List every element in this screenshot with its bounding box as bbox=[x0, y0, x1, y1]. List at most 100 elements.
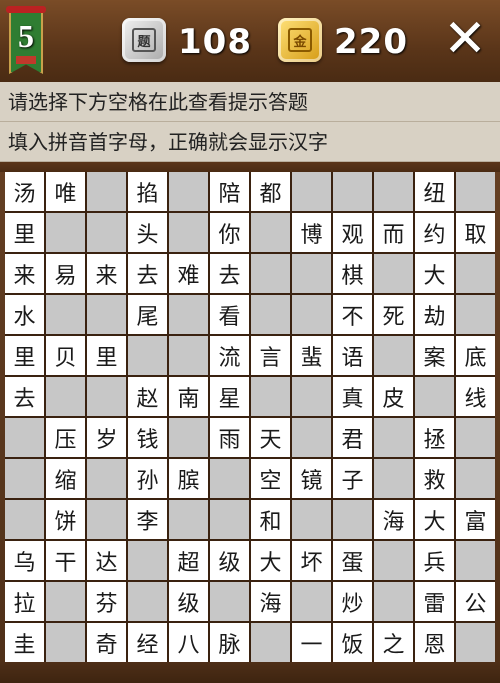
grid-cell[interactable]: 八 bbox=[169, 623, 208, 662]
grid-cell[interactable]: 里 bbox=[5, 213, 44, 252]
grid-cell[interactable]: 级 bbox=[169, 582, 208, 621]
grid-cell[interactable]: 炒 bbox=[333, 582, 372, 621]
grid-cell[interactable]: 真 bbox=[333, 377, 372, 416]
grid-cell[interactable]: 天 bbox=[251, 418, 290, 457]
grid-cell-empty bbox=[333, 172, 372, 211]
grid-cell[interactable]: 皮 bbox=[374, 377, 413, 416]
grid-cell[interactable]: 膑 bbox=[169, 459, 208, 498]
grid-cell[interactable]: 孙 bbox=[128, 459, 167, 498]
grid-cell[interactable]: 头 bbox=[128, 213, 167, 252]
grid-cell[interactable]: 流 bbox=[210, 336, 249, 375]
grid-cell[interactable]: 奇 bbox=[87, 623, 126, 662]
grid-cell[interactable]: 脉 bbox=[210, 623, 249, 662]
grid-cell[interactable]: 圭 bbox=[5, 623, 44, 662]
grid-cell[interactable]: 来 bbox=[87, 254, 126, 293]
grid-cell[interactable]: 干 bbox=[46, 541, 85, 580]
grid-cell[interactable]: 大 bbox=[415, 500, 454, 539]
grid-cell[interactable]: 大 bbox=[415, 254, 454, 293]
grid-cell[interactable]: 棋 bbox=[333, 254, 372, 293]
grid-cell[interactable]: 压 bbox=[46, 418, 85, 457]
grid-cell[interactable]: 南 bbox=[169, 377, 208, 416]
grid-cell[interactable]: 一 bbox=[292, 623, 331, 662]
grid-cell[interactable]: 去 bbox=[128, 254, 167, 293]
grid-cell[interactable]: 蛋 bbox=[333, 541, 372, 580]
grid-cell[interactable]: 坏 bbox=[292, 541, 331, 580]
grid-cell[interactable]: 约 bbox=[415, 213, 454, 252]
grid-cell[interactable]: 缩 bbox=[46, 459, 85, 498]
gold-coin-icon[interactable]: 金 bbox=[278, 18, 322, 62]
grid-cell[interactable]: 里 bbox=[5, 336, 44, 375]
grid-cell[interactable]: 取 bbox=[456, 213, 495, 252]
grid-cell[interactable]: 富 bbox=[456, 500, 495, 539]
close-button[interactable]: ✕ bbox=[440, 13, 490, 65]
grid-cell[interactable]: 底 bbox=[456, 336, 495, 375]
grid-cell[interactable]: 大 bbox=[251, 541, 290, 580]
grid-cell[interactable]: 兵 bbox=[415, 541, 454, 580]
grid-cell[interactable]: 空 bbox=[251, 459, 290, 498]
grid-cell[interactable]: 案 bbox=[415, 336, 454, 375]
grid-cell[interactable]: 不 bbox=[333, 295, 372, 334]
grid-cell[interactable]: 乌 bbox=[5, 541, 44, 580]
grid-cell[interactable]: 救 bbox=[415, 459, 454, 498]
grid-cell[interactable]: 汤 bbox=[5, 172, 44, 211]
grid-cell[interactable]: 去 bbox=[210, 254, 249, 293]
grid-cell[interactable]: 观 bbox=[333, 213, 372, 252]
grid-cell[interactable]: 水 bbox=[5, 295, 44, 334]
grid-cell[interactable]: 镜 bbox=[292, 459, 331, 498]
grid-cell[interactable]: 言 bbox=[251, 336, 290, 375]
grid-cell[interactable]: 蜚 bbox=[292, 336, 331, 375]
grid-cell[interactable]: 拉 bbox=[5, 582, 44, 621]
grid-cell[interactable]: 劫 bbox=[415, 295, 454, 334]
grid-cell[interactable]: 贝 bbox=[46, 336, 85, 375]
grid-cell[interactable]: 雷 bbox=[415, 582, 454, 621]
grid-cell[interactable]: 饭 bbox=[333, 623, 372, 662]
grid-cell[interactable]: 里 bbox=[87, 336, 126, 375]
grid-cell[interactable]: 而 bbox=[374, 213, 413, 252]
grid-cell[interactable]: 你 bbox=[210, 213, 249, 252]
grid-cell[interactable]: 去 bbox=[5, 377, 44, 416]
grid-cell[interactable]: 拯 bbox=[415, 418, 454, 457]
hint-token-icon[interactable]: 题 bbox=[122, 18, 166, 62]
grid-cell[interactable]: 之 bbox=[374, 623, 413, 662]
grid-cell[interactable]: 易 bbox=[46, 254, 85, 293]
grid-cell[interactable]: 李 bbox=[128, 500, 167, 539]
grid-cell-empty bbox=[456, 418, 495, 457]
grid-cell[interactable]: 子 bbox=[333, 459, 372, 498]
grid-cell[interactable]: 雨 bbox=[210, 418, 249, 457]
grid-cell[interactable]: 来 bbox=[5, 254, 44, 293]
grid-cell[interactable]: 看 bbox=[210, 295, 249, 334]
grid-cell[interactable]: 钱 bbox=[128, 418, 167, 457]
grid-cell[interactable]: 级 bbox=[210, 541, 249, 580]
grid-cell-empty bbox=[5, 500, 44, 539]
grid-cell[interactable]: 恩 bbox=[415, 623, 454, 662]
grid-cell-empty bbox=[169, 295, 208, 334]
grid-cell[interactable]: 岁 bbox=[87, 418, 126, 457]
grid-cell[interactable]: 死 bbox=[374, 295, 413, 334]
grid-cell[interactable]: 芬 bbox=[87, 582, 126, 621]
grid-cell[interactable]: 和 bbox=[251, 500, 290, 539]
grid-cell[interactable]: 陪 bbox=[210, 172, 249, 211]
grid-cell[interactable]: 海 bbox=[374, 500, 413, 539]
grid-cell[interactable]: 唯 bbox=[46, 172, 85, 211]
grid-cell[interactable]: 经 bbox=[128, 623, 167, 662]
grid-cell-empty bbox=[87, 377, 126, 416]
grid-cell[interactable]: 纽 bbox=[415, 172, 454, 211]
grid-cell[interactable]: 难 bbox=[169, 254, 208, 293]
level-number: 5 bbox=[18, 18, 34, 54]
grid-cell[interactable]: 都 bbox=[251, 172, 290, 211]
grid-cell[interactable]: 海 bbox=[251, 582, 290, 621]
grid-cell[interactable]: 掐 bbox=[128, 172, 167, 211]
grid-cell[interactable]: 君 bbox=[333, 418, 372, 457]
grid-cell[interactable]: 线 bbox=[456, 377, 495, 416]
grid-cell[interactable]: 超 bbox=[169, 541, 208, 580]
grid-cell[interactable]: 语 bbox=[333, 336, 372, 375]
grid-cell-empty bbox=[128, 541, 167, 580]
grid-cell[interactable]: 达 bbox=[87, 541, 126, 580]
grid-cell[interactable]: 博 bbox=[292, 213, 331, 252]
grid-cell[interactable]: 尾 bbox=[128, 295, 167, 334]
grid-cell-empty bbox=[87, 172, 126, 211]
grid-cell[interactable]: 公 bbox=[456, 582, 495, 621]
grid-cell[interactable]: 星 bbox=[210, 377, 249, 416]
grid-cell[interactable]: 饼 bbox=[46, 500, 85, 539]
grid-cell[interactable]: 赵 bbox=[128, 377, 167, 416]
